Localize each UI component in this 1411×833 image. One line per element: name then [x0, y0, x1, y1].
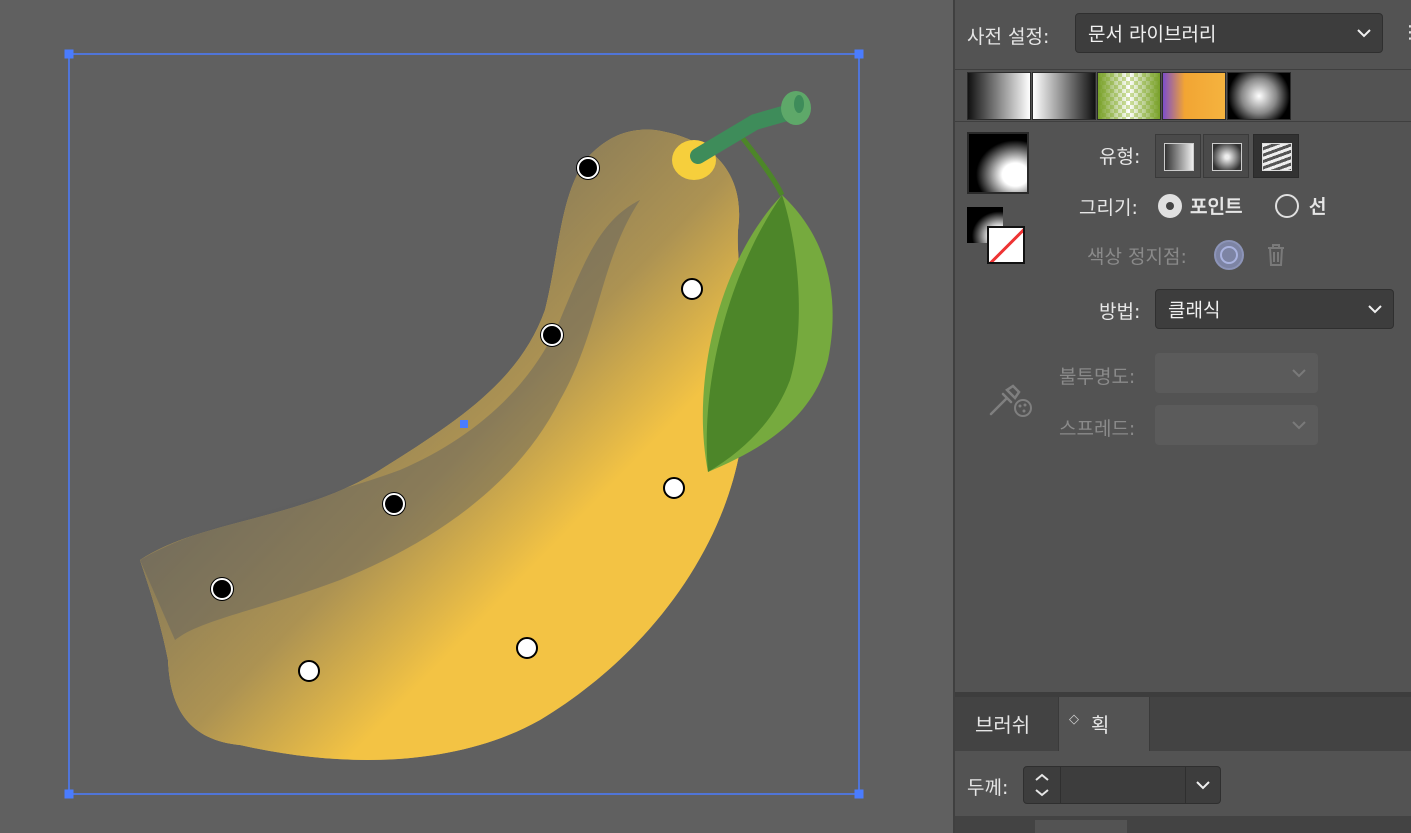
artboard-canvas[interactable] — [0, 0, 953, 833]
method-dropdown[interactable]: 클래식 — [1155, 289, 1394, 329]
weight-label: 두께: — [967, 777, 1009, 799]
chevron-down-icon — [1292, 421, 1306, 430]
gradient-point[interactable] — [298, 660, 320, 682]
freeform-gradient-icon — [1262, 143, 1292, 171]
bbox-handle-top-right[interactable] — [854, 49, 864, 59]
trash-icon[interactable] — [1265, 242, 1287, 268]
method-label: 방법: — [1099, 301, 1141, 323]
gradient-point[interactable] — [516, 637, 538, 659]
preset-swatch-linear-black-white[interactable] — [967, 72, 1031, 120]
mango-shade — [140, 129, 748, 760]
bbox-center-point[interactable] — [460, 420, 468, 428]
gradient-point[interactable] — [681, 278, 703, 300]
preset-swatch-purple-orange[interactable] — [1162, 72, 1226, 120]
radial-gradient-icon — [1212, 143, 1242, 171]
stem — [690, 104, 798, 164]
bbox-handle-top-left[interactable] — [64, 49, 74, 59]
fill-swatch[interactable] — [967, 132, 1029, 194]
type-label: 유형: — [1099, 146, 1141, 168]
gradient-point[interactable] — [383, 493, 405, 515]
tab-stroke-label: 획 — [1091, 713, 1110, 737]
weight-field[interactable] — [1023, 766, 1221, 804]
gradient-point[interactable] — [577, 157, 599, 179]
preset-dropdown[interactable]: 문서 라이브러리 — [1075, 13, 1383, 53]
tab-brush[interactable]: 브러쉬 — [955, 697, 1058, 751]
chevron-down-icon — [1196, 781, 1210, 790]
draw-points-radio[interactable] — [1158, 194, 1182, 218]
tab-stroke[interactable]: ◇ 획 — [1058, 697, 1150, 751]
opacity-dropdown[interactable] — [1155, 353, 1318, 393]
linear-gradient-icon — [1164, 143, 1194, 171]
preset-swatch-linear-white-black[interactable] — [1032, 72, 1096, 120]
draw-lines-radio[interactable] — [1275, 194, 1299, 218]
draw-points-label[interactable]: 포인트 — [1190, 192, 1242, 219]
stepper-arrows-icon[interactable] — [1024, 767, 1060, 803]
chevron-down-icon — [1368, 305, 1382, 314]
expand-collapse-icon: ◇ — [1069, 712, 1079, 727]
linear-gradient-button[interactable] — [1155, 134, 1201, 178]
leaf-stalk — [738, 133, 785, 197]
chevron-down-icon — [1357, 29, 1371, 38]
gradient-point[interactable] — [541, 324, 563, 346]
gradient-point[interactable] — [663, 477, 685, 499]
radial-gradient-button[interactable] — [1203, 134, 1249, 178]
stem-end-hole — [794, 95, 804, 113]
weight-stepper[interactable] — [1024, 767, 1061, 803]
color-stop-swatch[interactable] — [1214, 240, 1244, 270]
draw-label: 그리기: — [1079, 197, 1138, 219]
tab-brush-label: 브러쉬 — [975, 713, 1031, 737]
spread-dropdown[interactable] — [1155, 405, 1318, 445]
bbox-handle-bottom-right[interactable] — [854, 789, 864, 799]
weight-dropdown-button[interactable] — [1185, 767, 1220, 803]
preset-value: 문서 라이브러리 — [1088, 23, 1217, 46]
divider — [955, 121, 1411, 122]
bottom-panel-strip — [955, 816, 1411, 833]
eyedropper-icon[interactable] — [987, 378, 1033, 418]
method-value: 클래식 — [1168, 299, 1221, 322]
more-options-icon[interactable]: ⋮ — [1401, 22, 1411, 43]
spread-label: 스프레드: — [1059, 418, 1136, 440]
opacity-label: 불투명도: — [1059, 366, 1136, 388]
preset-label: 사전 설정: — [967, 26, 1050, 48]
divider — [955, 69, 1411, 70]
bbox-handle-bottom-left[interactable] — [64, 789, 74, 799]
chevron-down-icon — [1292, 369, 1306, 378]
freeform-gradient-button[interactable] — [1253, 134, 1299, 178]
artwork-svg[interactable] — [0, 0, 953, 833]
preset-swatch-radial[interactable] — [1227, 72, 1291, 120]
preset-swatch-green-transparent[interactable] — [1097, 72, 1161, 120]
gradient-panel: 사전 설정: 문서 라이브러리 ⋮ 유형: 그리기: 포인트 선 색상 정지점: — [953, 0, 1411, 833]
stroke-swatch[interactable] — [987, 226, 1025, 264]
gradient-point[interactable] — [211, 578, 233, 600]
draw-lines-label[interactable]: 선 — [1309, 192, 1326, 219]
color-stop-label: 색상 정지점: — [1087, 246, 1187, 268]
